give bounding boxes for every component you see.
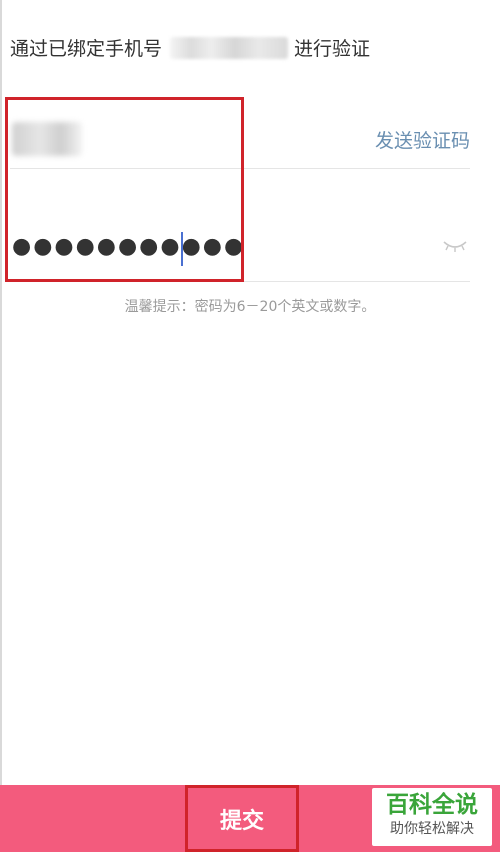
submit-button[interactable]: 提交: [185, 785, 299, 852]
field-divider: [10, 281, 470, 282]
field-divider: [10, 168, 470, 169]
verify-prefix: 通过已绑定手机号: [10, 38, 163, 60]
send-code-button[interactable]: 发送验证码: [375, 126, 470, 153]
masked-phone-number: [170, 36, 289, 59]
eye-closed-icon[interactable]: [442, 238, 468, 254]
watermark-logo: 百科全说 助你轻松解决: [372, 788, 492, 846]
text-caret: [181, 232, 183, 266]
watermark-sub-text: 助你轻松解决: [390, 821, 474, 837]
password-input[interactable]: ●●●●●●●●●●●: [12, 232, 245, 262]
verify-phone-text: 通过已绑定手机号 进行验证: [10, 34, 370, 61]
watermark-main-text: 百科全说: [386, 792, 478, 818]
password-hint: 温馨提示：密码为6－20个英文或数字。: [124, 299, 376, 315]
left-edge-divider: [0, 0, 2, 785]
verification-code-input[interactable]: [12, 122, 82, 156]
verify-suffix: 进行验证: [294, 38, 371, 60]
